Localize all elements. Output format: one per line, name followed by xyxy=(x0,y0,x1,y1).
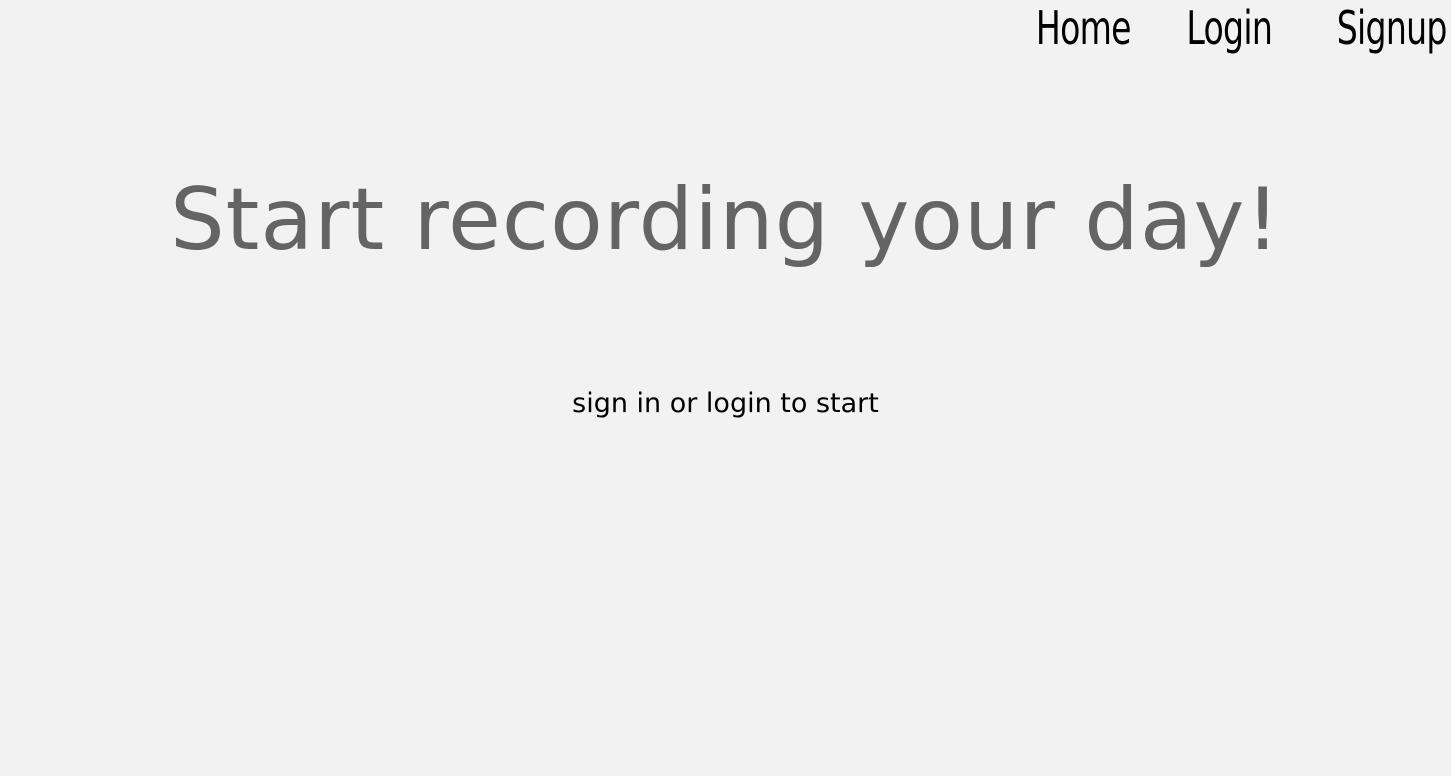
nav-home-link[interactable]: Home xyxy=(1036,0,1132,56)
nav-signup-link[interactable]: Signup xyxy=(1337,0,1448,56)
hero-title: Start recording your day! xyxy=(170,170,1281,270)
nav-login-link[interactable]: Login xyxy=(1187,0,1273,56)
top-nav: Home Login Signup xyxy=(999,0,1447,56)
hero-subtitle: sign in or login to start xyxy=(572,388,879,419)
